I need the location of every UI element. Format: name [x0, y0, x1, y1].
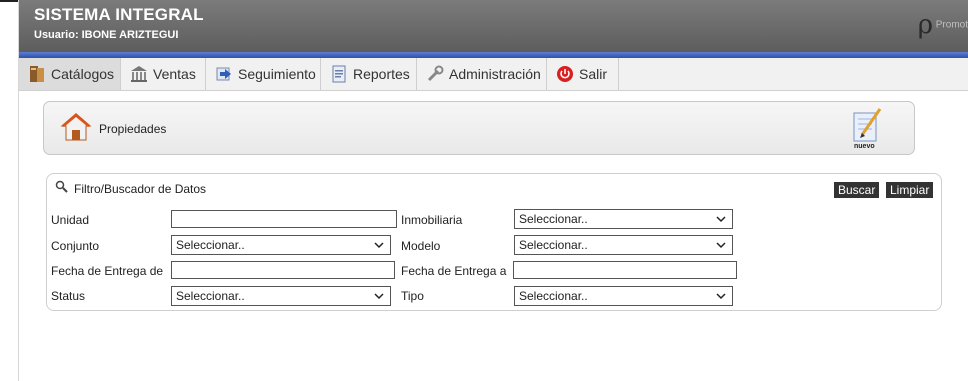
chevron-down-icon: [716, 213, 726, 223]
select-value: Seleccionar..: [519, 289, 588, 303]
status-label: Status: [51, 289, 86, 303]
chevron-down-icon: [716, 239, 726, 249]
arrow-right-icon: [215, 65, 233, 83]
unidad-input[interactable]: [171, 210, 397, 228]
logo-mark-icon: ρ: [917, 10, 933, 40]
conjunto-select[interactable]: Seleccionar..: [171, 235, 391, 255]
menu-item-ventas[interactable]: Ventas: [121, 58, 206, 90]
menu-label: Administración: [449, 66, 541, 82]
user-label: Usuario:: [34, 29, 79, 41]
home-icon: [60, 111, 92, 143]
bank-icon: [130, 65, 148, 83]
chevron-down-icon: [716, 290, 726, 300]
chevron-down-icon: [374, 239, 384, 249]
new-button-label: nuevo: [854, 143, 875, 150]
company-logo: ρ Promot: [918, 10, 968, 40]
user-info: Usuario: IBONE ARIZTEGUI: [34, 29, 178, 41]
modelo-label: Modelo: [401, 239, 441, 253]
menu-item-catalogos[interactable]: Catálogos: [19, 58, 121, 90]
search-button[interactable]: Buscar: [834, 182, 880, 198]
inmobiliaria-label: Inmobiliaria: [401, 213, 463, 227]
filter-title: Filtro/Buscador de Datos: [74, 182, 207, 196]
page-title: Propiedades: [99, 122, 167, 136]
conjunto-label: Conjunto: [51, 239, 100, 253]
new-button[interactable]: nuevo: [850, 105, 886, 153]
fecha-a-label: Fecha de Entrega a: [401, 264, 507, 278]
modelo-select[interactable]: Seleccionar..: [514, 235, 733, 255]
select-value: Seleccionar..: [519, 238, 588, 252]
menu-item-salir[interactable]: Salir: [547, 58, 619, 90]
select-value: Seleccionar..: [519, 212, 588, 226]
menu-label: Catálogos: [51, 66, 115, 82]
wrench-icon: [426, 65, 444, 83]
fecha-de-input[interactable]: [171, 261, 395, 279]
fecha-a-input[interactable]: [513, 261, 737, 279]
select-value: Seleccionar..: [176, 238, 245, 252]
menu-label: Reportes: [353, 66, 410, 82]
menu-item-seguimiento[interactable]: Seguimiento: [206, 58, 321, 90]
menu-label: Salir: [579, 66, 608, 82]
unidad-label: Unidad: [51, 213, 90, 227]
tipo-select[interactable]: Seleccionar..: [514, 286, 733, 306]
logo-text: Promot: [935, 19, 968, 31]
app-header: SISTEMA INTEGRAL Usuario: IBONE ARIZTEGUI…: [19, 0, 968, 52]
menu-label: Seguimiento: [238, 66, 316, 82]
section-header: Propiedades nuevo: [43, 101, 915, 155]
filter-panel: Filtro/Buscador de Datos Buscar Limpiar …: [46, 173, 942, 311]
clear-button[interactable]: Limpiar: [886, 182, 934, 198]
user-name: IBONE ARIZTEGUI: [81, 29, 179, 41]
magnifier-icon: [55, 180, 69, 194]
status-select[interactable]: Seleccionar..: [171, 286, 391, 306]
book-icon: [28, 65, 46, 83]
inmobiliaria-select[interactable]: Seleccionar..: [514, 209, 733, 229]
power-icon: [556, 65, 574, 83]
tipo-label: Tipo: [401, 289, 424, 303]
menu-item-reportes[interactable]: Reportes: [321, 58, 417, 90]
report-icon: [330, 65, 348, 83]
select-value: Seleccionar..: [176, 289, 245, 303]
main-menu: Catálogos Ventas Seguimiento Reportes Ad…: [19, 58, 968, 91]
fecha-de-label: Fecha de Entrega de: [51, 264, 164, 278]
app-title: SISTEMA INTEGRAL: [34, 5, 204, 24]
menu-item-administracion[interactable]: Administración: [417, 58, 547, 90]
menu-label: Ventas: [153, 66, 196, 82]
chevron-down-icon: [374, 290, 384, 300]
